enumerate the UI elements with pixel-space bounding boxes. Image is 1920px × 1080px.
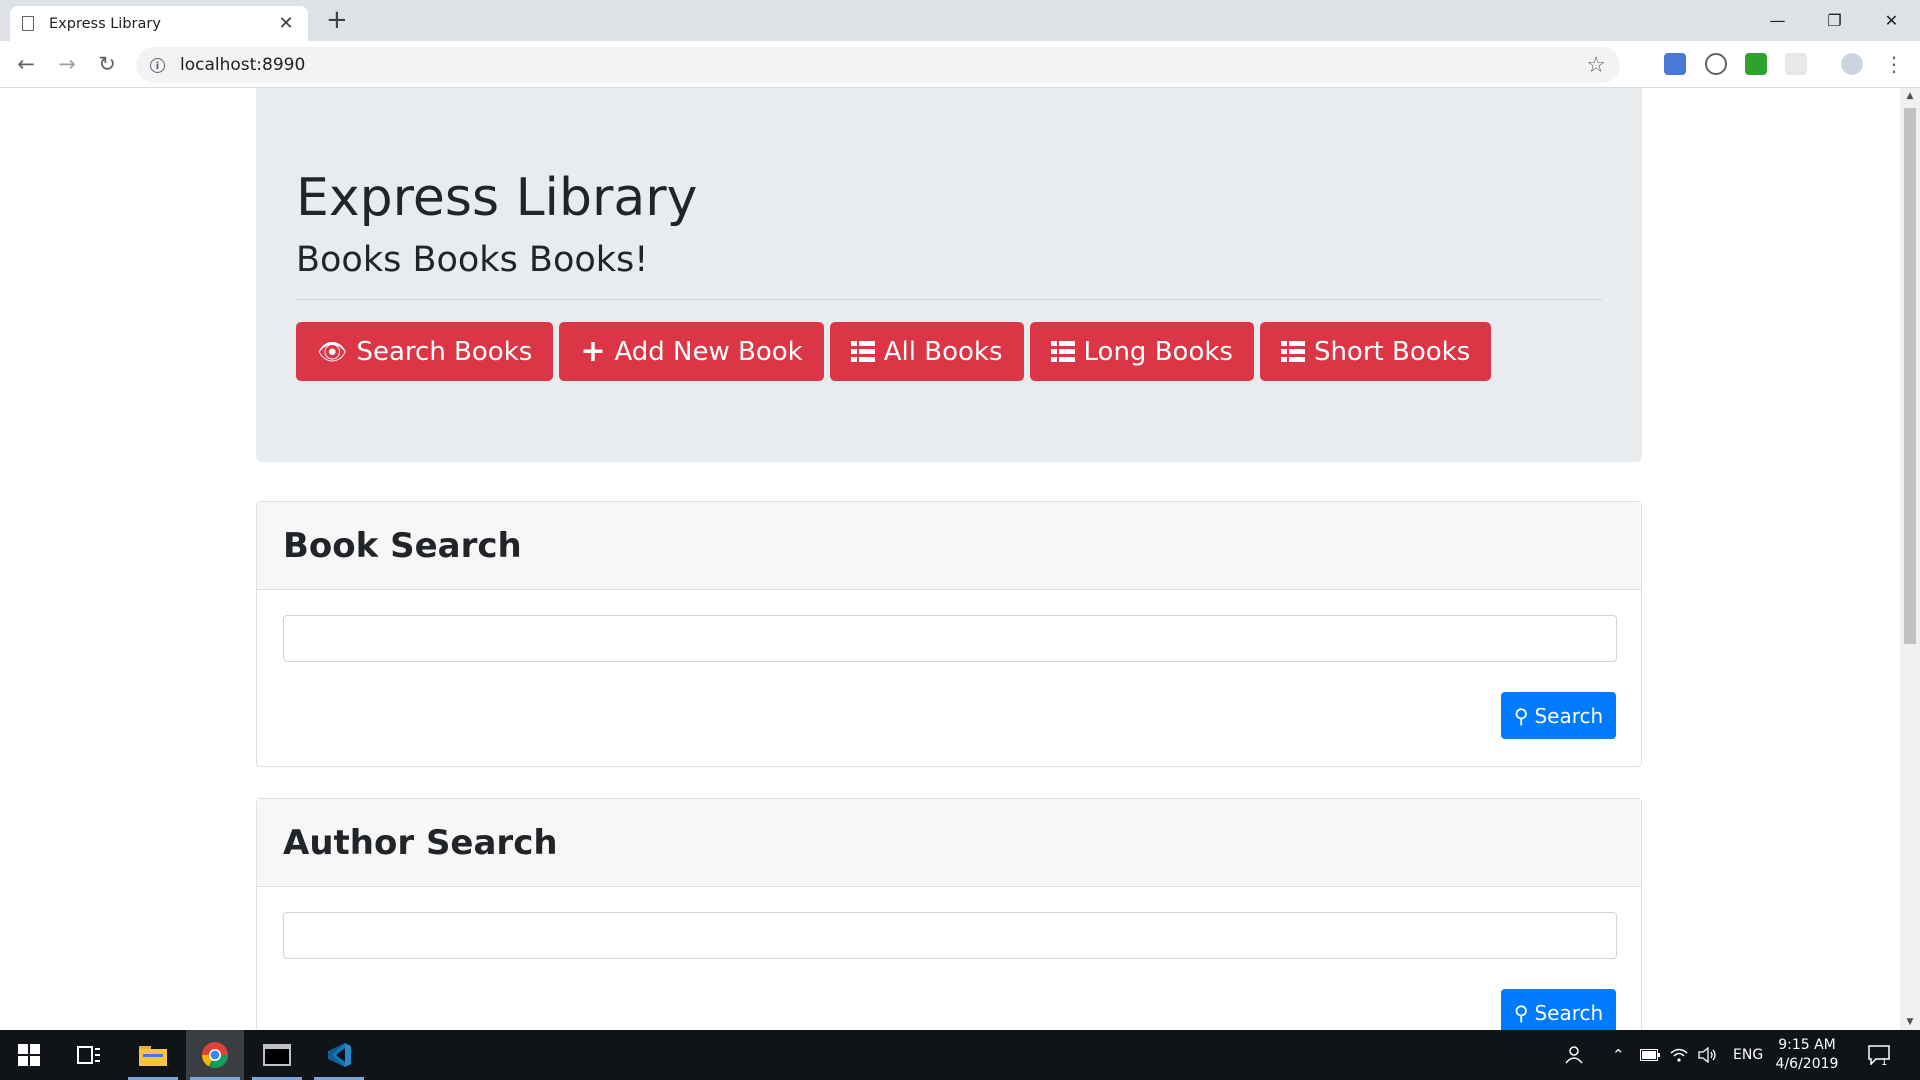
short-books-label: Short Books <box>1313 336 1471 367</box>
chrome-taskbar-icon[interactable] <box>186 1030 244 1080</box>
list-icon <box>1280 341 1305 362</box>
windows-taskbar: ⌃ ENG 9:15 AM 4/6/2019 1 <box>0 1030 1920 1080</box>
list-icon <box>1050 341 1075 362</box>
all-books-label: All Books <box>883 336 1003 367</box>
notification-count-badge: 1 <box>1881 1056 1888 1068</box>
battery-icon[interactable] <box>1640 1030 1660 1080</box>
volume-icon[interactable] <box>1698 1030 1718 1080</box>
menu-kebab-icon[interactable]: ⋮ <box>1880 50 1908 78</box>
author-search-heading: Author Search <box>283 822 558 863</box>
add-new-book-button[interactable]: + Add New Book <box>559 322 824 381</box>
reload-icon[interactable]: ↻ <box>93 50 121 78</box>
minimize-button[interactable]: — <box>1749 0 1806 41</box>
clock-time: 9:15 AM <box>1778 1037 1836 1053</box>
jumbotron: Express Library Books Books Books! 👁 Sea… <box>256 88 1642 462</box>
page-icon <box>22 16 34 31</box>
action-center-icon[interactable]: 1 <box>1868 1030 1890 1080</box>
author-search-card: Author Search ⚲ Search <box>256 798 1642 1030</box>
scroll-down-arrow-icon[interactable]: ▼ <box>1900 1014 1920 1030</box>
search-books-button[interactable]: 👁 Search Books <box>296 322 554 381</box>
maximize-button[interactable]: ❐ <box>1806 0 1863 41</box>
system-clock[interactable]: 9:15 AM 4/6/2019 <box>1762 1036 1852 1074</box>
bookmark-star-icon[interactable]: ☆ <box>1586 53 1606 78</box>
profile-avatar-icon[interactable] <box>1841 53 1863 75</box>
book-search-button-label: Search <box>1534 703 1604 728</box>
new-tab-button[interactable]: + <box>326 6 348 34</box>
long-books-label: Long Books <box>1083 336 1233 367</box>
card-header: Book Search <box>257 502 1641 590</box>
back-icon[interactable]: ← <box>12 50 40 78</box>
scroll-up-arrow-icon[interactable]: ▲ <box>1900 88 1920 104</box>
people-icon[interactable] <box>1564 1030 1584 1080</box>
eye-icon: 👁 <box>317 337 348 366</box>
tab-title: Express Library <box>49 15 161 32</box>
plus-icon: + <box>580 334 606 369</box>
page-viewport: Express Library Books Books Books! 👁 Sea… <box>0 88 1900 1030</box>
long-books-button[interactable]: Long Books <box>1029 322 1254 381</box>
divider <box>296 299 1602 300</box>
close-window-button[interactable]: ✕ <box>1863 0 1920 41</box>
clock-date: 4/6/2019 <box>1775 1056 1839 1072</box>
scroll-thumb[interactable] <box>1904 108 1916 644</box>
short-books-button[interactable]: Short Books <box>1259 322 1492 381</box>
language-indicator[interactable]: ENG <box>1733 1030 1763 1080</box>
book-search-heading: Book Search <box>283 525 522 566</box>
close-tab-icon[interactable]: ✕ <box>276 13 296 34</box>
forward-icon[interactable]: → <box>53 50 81 78</box>
file-explorer-icon[interactable] <box>124 1030 182 1080</box>
card-header: Author Search <box>257 799 1641 887</box>
list-icon <box>850 341 875 362</box>
browser-tab[interactable]: Express Library ✕ <box>10 6 308 41</box>
all-books-button[interactable]: All Books <box>829 322 1024 381</box>
wifi-icon[interactable] <box>1670 1030 1688 1080</box>
page-title: Express Library <box>296 168 698 228</box>
author-search-input[interactable] <box>283 912 1617 959</box>
show-hidden-icons-chevron-icon[interactable]: ⌃ <box>1612 1030 1625 1080</box>
search-icon: ⚲ <box>1513 703 1529 728</box>
author-search-button[interactable]: ⚲ Search <box>1501 989 1616 1030</box>
windows-start-icon[interactable] <box>0 1030 58 1080</box>
browser-tab-strip: Express Library ✕ + — ❐ ✕ <box>0 0 1920 41</box>
translate-extension-icon[interactable] <box>1664 53 1686 75</box>
address-bar[interactable]: i localhost:8990 ☆ <box>136 47 1620 83</box>
url-text[interactable]: localhost:8990 <box>180 55 1586 75</box>
info-icon[interactable]: i <box>150 57 165 73</box>
browser-toolbar: ← → ↻ i localhost:8990 ☆ ⋮ <box>0 41 1920 88</box>
book-search-button[interactable]: ⚲ Search <box>1501 692 1616 739</box>
nav-button-row: 👁 Search Books + Add New Book All Books … <box>296 322 1492 381</box>
add-new-book-label: Add New Book <box>614 336 803 367</box>
book-search-input[interactable] <box>283 615 1617 662</box>
cors-extension-icon[interactable] <box>1745 53 1767 75</box>
terminal-icon[interactable] <box>248 1030 306 1080</box>
extension-placeholder-icon[interactable] <box>1785 53 1807 75</box>
vscode-icon[interactable] <box>310 1030 368 1080</box>
page-scrollbar[interactable]: ▲ ▼ <box>1900 88 1920 1030</box>
search-books-label: Search Books <box>356 336 533 367</box>
task-view-icon[interactable] <box>60 1030 118 1080</box>
page-subtitle: Books Books Books! <box>296 240 649 280</box>
book-search-card: Book Search ⚲ Search <box>256 501 1642 767</box>
search-icon: ⚲ <box>1513 1000 1529 1025</box>
author-search-button-label: Search <box>1534 1000 1604 1025</box>
window-controls: — ❐ ✕ <box>1749 0 1920 41</box>
extension-icon[interactable] <box>1705 53 1727 75</box>
